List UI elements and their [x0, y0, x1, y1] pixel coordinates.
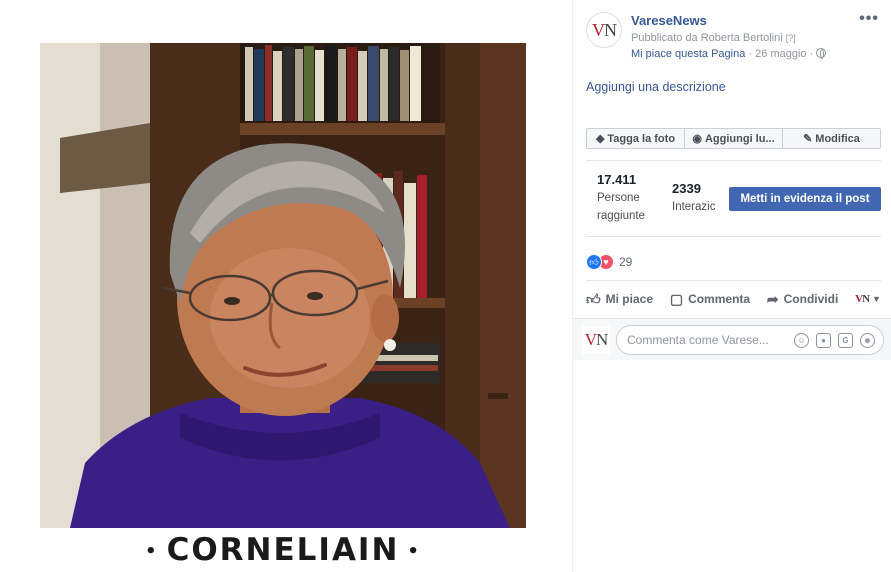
gif-icon[interactable]: G — [838, 333, 853, 348]
add-location-button[interactable]: ◉ Aggiungi lu... — [685, 129, 783, 148]
like-page-link[interactable]: Mi piace questa Pagina — [631, 48, 745, 60]
comment-composer: VN ☺ ● G ☻ — [573, 318, 891, 360]
post-as-selector[interactable]: VN ▼ — [855, 293, 881, 305]
engagement-value: 2339 — [672, 181, 701, 196]
commenter-avatar: VN — [582, 326, 610, 354]
reactions-summary[interactable]: 👍︎ ♥ 29 — [586, 254, 632, 270]
engagement-stat[interactable]: 2339 Interazic — [672, 180, 715, 216]
post-sidebar: VN VareseNews Pubblicato da Roberta Bert… — [572, 0, 891, 572]
post-date[interactable]: 26 maggio — [755, 48, 806, 60]
comment-bubble-icon: ▢ — [669, 290, 684, 307]
reaction-count: 29 — [619, 255, 633, 269]
caption-dot: • — [407, 540, 421, 562]
emoji-icon[interactable]: ☺ — [794, 333, 809, 348]
add-description-link[interactable]: Aggiungi una descrizione — [586, 80, 726, 94]
photo-toolbar: ◆ Tagga la foto ◉ Aggiungi lu... ✎ Modifica — [586, 128, 881, 149]
reach-label: raggiunte — [597, 210, 645, 222]
pencil-icon: ✎ — [803, 133, 813, 145]
photo-caption-watermark: • CORNELIAIN • — [40, 530, 526, 570]
comment-box: ☺ ● G ☻ — [616, 325, 884, 355]
vn-logo: VN — [592, 19, 617, 40]
tag-photo-button[interactable]: ◆ Tagga la foto — [587, 129, 685, 148]
meta-separator: · — [809, 48, 814, 60]
divider — [586, 280, 881, 281]
help-link[interactable]: [?] — [786, 33, 796, 43]
comment-button[interactable]: ▢ Commenta — [670, 291, 750, 308]
vn-logo-comment: VN — [584, 330, 609, 349]
globe-icon[interactable] — [816, 48, 827, 59]
photo-viewer: • CORNELIAIN • — [0, 0, 572, 572]
reach-value: 17.411 — [597, 172, 637, 187]
caption-text: CORNELIAIN — [166, 532, 400, 568]
comment-attachments: ☺ ● G ☻ — [794, 333, 875, 348]
page-name-link[interactable]: VareseNews — [631, 13, 707, 28]
reach-label: Persone — [597, 192, 640, 204]
edit-button[interactable]: ✎ Modifica — [783, 129, 880, 148]
page-avatar[interactable]: VN — [586, 12, 622, 48]
engagement-label: Interazic — [672, 201, 716, 213]
share-button[interactable]: ➦ Condividi — [767, 291, 838, 308]
share-arrow-icon: ➦ — [766, 290, 779, 307]
divider — [586, 236, 881, 237]
tag-icon: ◆ — [595, 133, 605, 145]
sticker-icon[interactable]: ☻ — [860, 333, 875, 348]
camera-icon[interactable]: ● — [816, 333, 831, 348]
location-pin-icon: ◉ — [692, 133, 702, 145]
post-meta: Mi piace questa Pagina · 26 maggio · — [631, 48, 827, 60]
post-photo[interactable] — [40, 43, 526, 528]
divider — [586, 160, 881, 161]
vn-logo-small: VN — [855, 293, 870, 305]
like-reaction-icon: 👍︎ — [586, 254, 602, 270]
books-top — [245, 45, 421, 121]
portrait-illustration — [40, 43, 526, 528]
thumbs-up-icon: 👍︎ — [586, 290, 601, 307]
post-actions: 👍︎ Mi piace ▢ Commenta ➦ Condividi VN ▼ — [586, 289, 881, 309]
boost-post-button[interactable]: Metti in evidenza il post — [729, 187, 881, 211]
like-button[interactable]: 👍︎ Mi piace — [586, 291, 653, 308]
comment-input[interactable] — [627, 326, 777, 354]
published-by: Pubblicato da Roberta Bertolini [?] — [631, 32, 796, 44]
meta-separator: · — [748, 48, 753, 60]
chevron-down-icon: ▼ — [872, 294, 881, 304]
reach-stat[interactable]: 17.411 Persone raggiunte — [597, 171, 645, 225]
caption-dot: • — [145, 540, 159, 562]
published-by-text: Pubblicato da Roberta Bertolini — [631, 32, 783, 44]
more-options-icon[interactable]: ••• — [859, 10, 879, 28]
